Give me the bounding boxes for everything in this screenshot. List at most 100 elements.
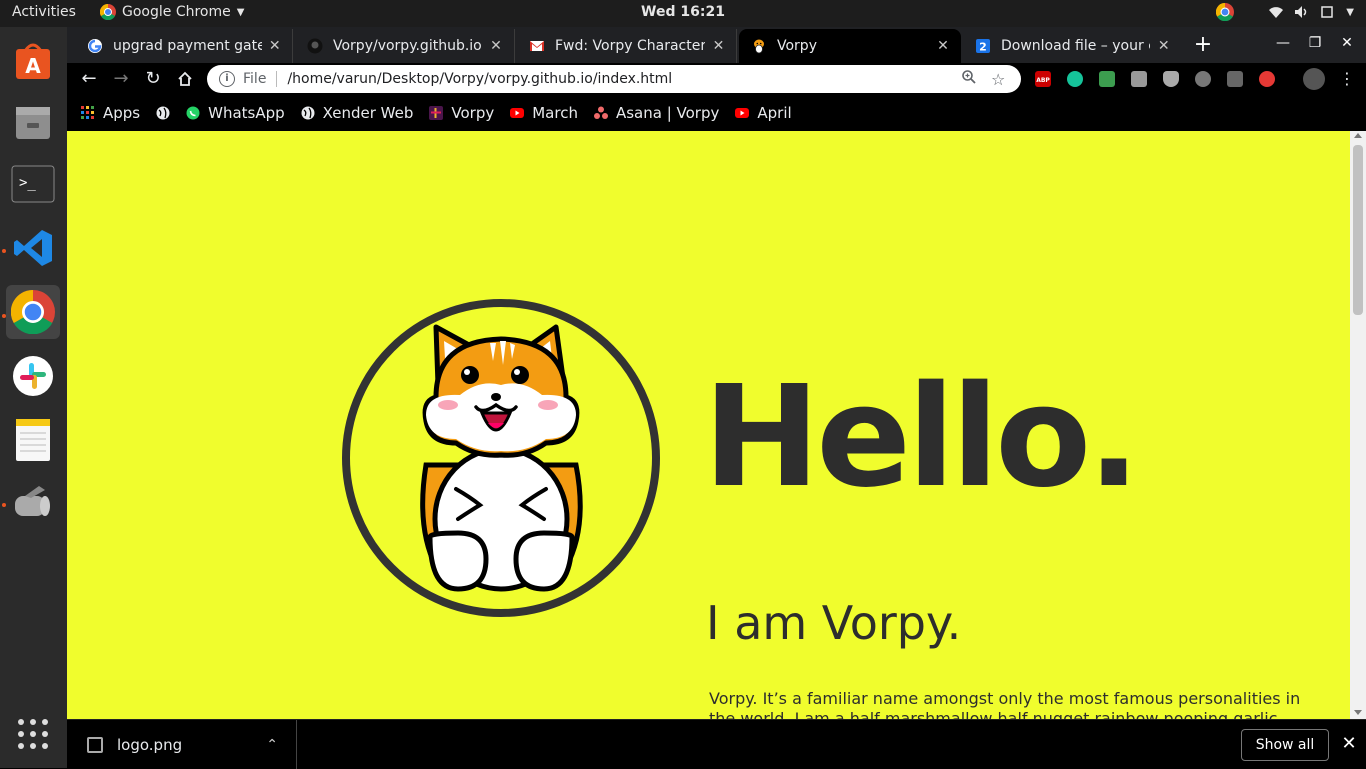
- bookmark-globe[interactable]: [156, 106, 170, 120]
- download-shelf: logo.png ⌃ Show all ✕: [67, 719, 1366, 769]
- address-bar[interactable]: i File /home/varun/Desktop/Vorpy/vorpy.g…: [207, 65, 1021, 93]
- tab-github[interactable]: Vorpy/vorpy.github.io ✕: [295, 29, 515, 63]
- whatsapp-icon: [186, 106, 200, 120]
- chrome-menu-button[interactable]: ⋮: [1335, 67, 1359, 91]
- page-scrollbar[interactable]: [1350, 131, 1366, 719]
- dock-archive-manager[interactable]: [6, 477, 60, 531]
- dock-files[interactable]: [6, 95, 60, 149]
- chrome-tray-icon: [1216, 3, 1235, 21]
- dock-vscode[interactable]: [6, 221, 60, 275]
- new-tab-button[interactable]: +: [1191, 33, 1215, 57]
- close-icon[interactable]: ✕: [1339, 733, 1359, 754]
- dock-show-applications[interactable]: [6, 707, 60, 761]
- profile-avatar[interactable]: [1303, 68, 1325, 90]
- zoom-icon[interactable]: [961, 69, 981, 89]
- home-button[interactable]: [173, 67, 197, 91]
- youtube-icon: [510, 108, 525, 118]
- svg-text:>_: >_: [19, 175, 36, 191]
- minimize-button[interactable]: —: [1273, 35, 1293, 51]
- chrome-window: upgrad payment gatew ✕ Vorpy/vorpy.githu…: [67, 27, 1366, 769]
- slack-icon: [429, 106, 444, 120]
- bookmark-whatsapp[interactable]: WhatsApp: [186, 104, 285, 122]
- info-icon[interactable]: i: [219, 71, 235, 87]
- notes-icon: [16, 419, 50, 461]
- scroll-up-arrow-icon[interactable]: [1354, 133, 1362, 138]
- tab-title: Vorpy/vorpy.github.io: [333, 38, 482, 54]
- scrollbar-thumb[interactable]: [1353, 145, 1363, 315]
- bookmark-label: WhatsApp: [208, 104, 285, 122]
- adblock-plus-icon[interactable]: ABP: [1035, 71, 1051, 87]
- clock[interactable]: Wed 16:21: [641, 4, 725, 20]
- tab-upgrad[interactable]: upgrad payment gatew ✕: [75, 29, 293, 63]
- bookmarks-bar: Apps WhatsApp Xender Web Vorpy March Asa…: [67, 95, 1366, 131]
- chevron-up-icon[interactable]: ⌃: [266, 737, 278, 753]
- dock-terminal[interactable]: >_: [6, 157, 60, 211]
- owl-extension-icon[interactable]: [1195, 71, 1211, 87]
- shield-icon[interactable]: [1163, 71, 1179, 87]
- back-button[interactable]: ←: [77, 67, 101, 91]
- scroll-down-arrow-icon[interactable]: [1354, 710, 1362, 715]
- intro-paragraph: Vorpy. It’s a familiar name amongst only…: [709, 689, 1301, 719]
- bookmark-star-icon[interactable]: ☆: [991, 70, 1011, 89]
- bookmark-march[interactable]: March: [510, 104, 578, 122]
- reload-icon: ↻: [145, 68, 161, 89]
- app-menu-label: Google Chrome: [122, 4, 231, 20]
- system-tray[interactable]: ▼: [1216, 3, 1354, 21]
- address-url[interactable]: /home/varun/Desktop/Vorpy/vorpy.github.i…: [287, 71, 961, 87]
- tab-vorpy[interactable]: Vorpy ✕: [739, 29, 961, 63]
- app-menu[interactable]: Google Chrome ▼: [100, 4, 244, 20]
- reload-button[interactable]: ↻: [141, 67, 165, 91]
- svg-text:A: A: [25, 54, 41, 78]
- tab-download-file[interactable]: 2 Download file – your co ✕: [963, 29, 1181, 63]
- activities-button[interactable]: Activities: [12, 4, 76, 20]
- close-icon[interactable]: ✕: [488, 38, 504, 54]
- close-icon[interactable]: ✕: [711, 38, 726, 54]
- arrow-right-icon: →: [113, 68, 129, 89]
- home-icon: [178, 71, 192, 86]
- bookmark-asana[interactable]: Asana | Vorpy: [593, 104, 720, 122]
- globe-icon: [301, 106, 315, 120]
- volume-icon: [1295, 6, 1307, 18]
- tab-title: Download file – your co: [1001, 38, 1151, 54]
- show-all-button[interactable]: Show all: [1241, 729, 1329, 761]
- globe-icon: [156, 106, 170, 120]
- forward-button[interactable]: →: [109, 67, 133, 91]
- bookmark-apps[interactable]: Apps: [81, 104, 140, 122]
- asana-icon: [593, 106, 608, 119]
- vscode-icon: [14, 230, 52, 266]
- dock-slack[interactable]: [6, 349, 60, 403]
- system-top-bar: Activities Google Chrome ▼ Wed 16:21 ▼: [0, 0, 1366, 27]
- chevron-down-icon: ▼: [236, 6, 245, 18]
- grammarly-icon[interactable]: [1067, 71, 1083, 87]
- address-divider: [276, 71, 278, 87]
- tab-gmail[interactable]: Fwd: Vorpy Character - ✕: [517, 29, 737, 63]
- slack-icon: [13, 356, 53, 396]
- svg-text:2: 2: [979, 41, 987, 54]
- terminal-icon: >_: [11, 165, 55, 203]
- bookmark-april[interactable]: April: [735, 104, 792, 122]
- tab-title: Fwd: Vorpy Character -: [555, 38, 706, 54]
- close-icon[interactable]: ✕: [935, 38, 951, 54]
- address-scheme: File: [243, 71, 267, 87]
- mail-tracker-icon[interactable]: [1099, 71, 1115, 87]
- dock-notes[interactable]: [6, 413, 60, 467]
- close-icon[interactable]: ✕: [1156, 38, 1171, 54]
- gmail-icon: [530, 41, 544, 51]
- dock-chrome[interactable]: [6, 285, 60, 339]
- close-window-button[interactable]: ✕: [1337, 35, 1357, 51]
- chrome-icon: [11, 290, 55, 334]
- bookmark-vorpy[interactable]: Vorpy: [429, 104, 494, 122]
- dock-software-center[interactable]: A: [6, 33, 60, 87]
- wifi-icon: [1269, 7, 1284, 18]
- maximize-button[interactable]: ❐: [1305, 35, 1325, 51]
- bookmark-label: Asana | Vorpy: [615, 104, 720, 122]
- file-manager-icon: [16, 107, 50, 139]
- bookmark-xender-web[interactable]: Xender Web: [301, 104, 413, 122]
- close-icon[interactable]: ✕: [268, 38, 282, 54]
- download-filename: logo.png: [117, 735, 183, 754]
- chrome-icon: [100, 4, 116, 20]
- extension-icon[interactable]: [1131, 71, 1147, 87]
- codepen-extension-icon[interactable]: [1227, 71, 1243, 87]
- record-extension-icon[interactable]: [1259, 71, 1275, 87]
- download-item[interactable]: logo.png ⌃: [81, 720, 297, 769]
